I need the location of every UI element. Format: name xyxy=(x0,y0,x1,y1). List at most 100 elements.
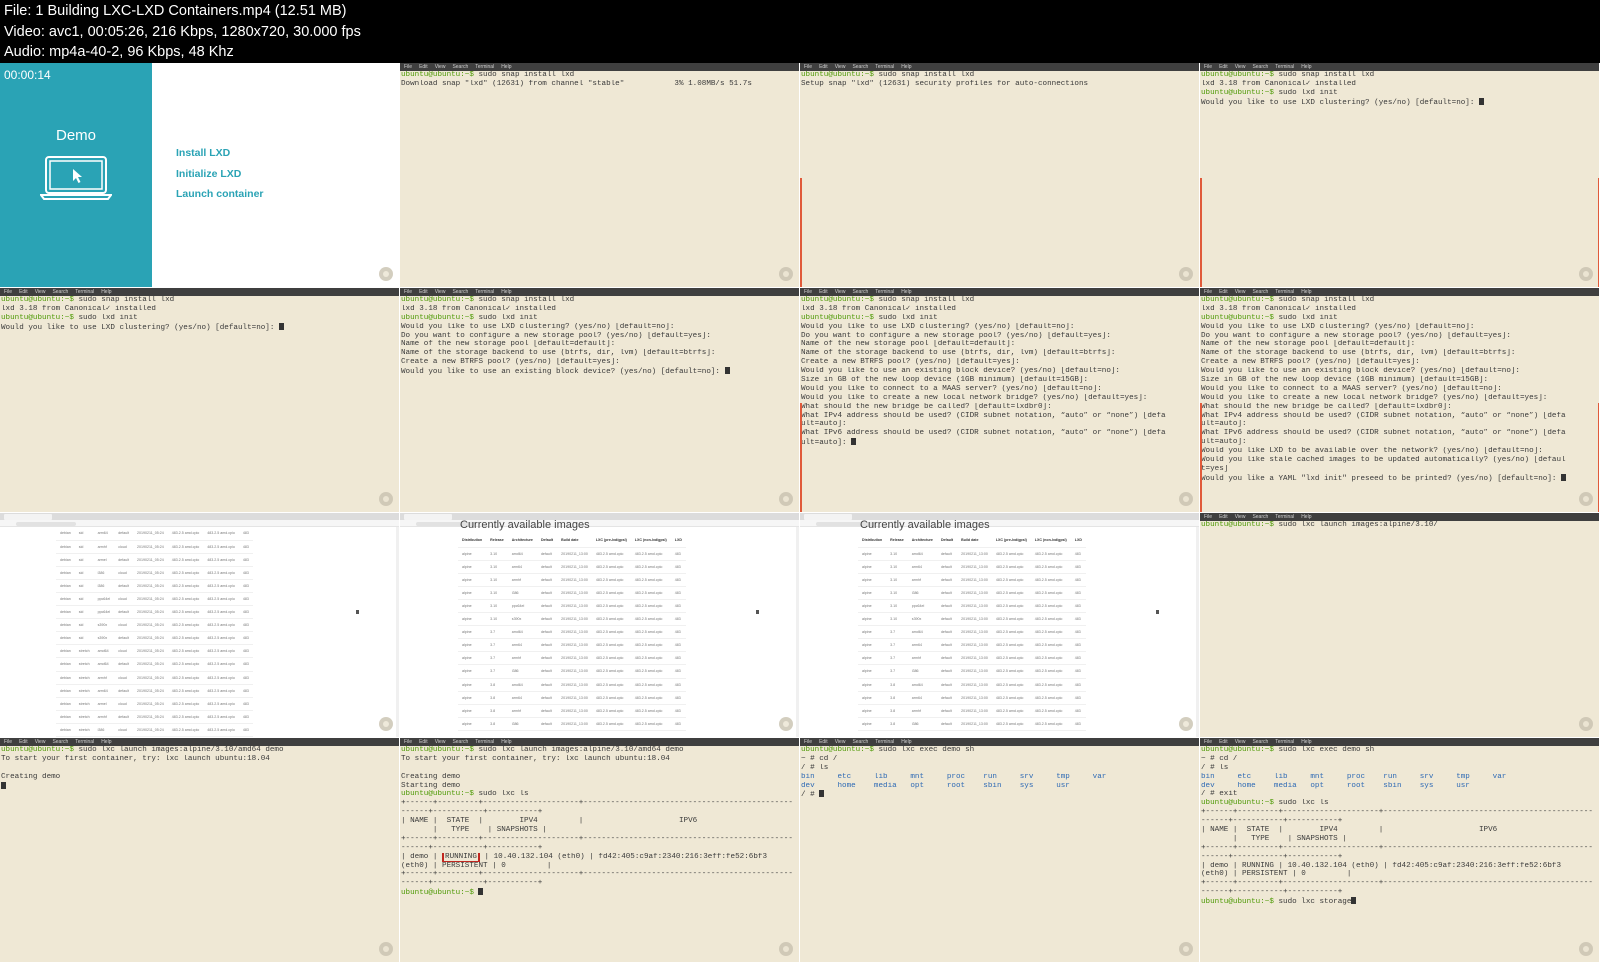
menu-edit[interactable]: Edit xyxy=(819,64,828,70)
url-input[interactable] xyxy=(16,521,76,526)
menu-view[interactable]: View xyxy=(1235,64,1246,70)
menu-file[interactable]: File xyxy=(1204,739,1212,745)
menu-terminal[interactable]: Terminal xyxy=(475,64,494,70)
menu-edit[interactable]: Edit xyxy=(1219,514,1228,520)
menu-terminal[interactable]: Terminal xyxy=(475,289,494,295)
menu-view[interactable]: View xyxy=(435,289,446,295)
agenda-item-1[interactable]: Install LXD xyxy=(176,147,264,159)
menu-view[interactable]: View xyxy=(835,289,846,295)
menu-search[interactable]: Search xyxy=(452,739,468,745)
menu-terminal[interactable]: Terminal xyxy=(875,289,894,295)
menu-file[interactable]: File xyxy=(4,739,12,745)
menu-terminal[interactable]: Terminal xyxy=(1275,514,1294,520)
table-cell: ppc64el xyxy=(93,592,115,607)
table-cell: sid xyxy=(74,618,94,633)
menu-file[interactable]: File xyxy=(404,64,412,70)
menu-help[interactable]: Help xyxy=(501,64,511,70)
menu-search[interactable]: Search xyxy=(1252,739,1268,745)
menu-help[interactable]: Help xyxy=(101,739,111,745)
menu-help[interactable]: Help xyxy=(901,289,911,295)
menu-file[interactable]: File xyxy=(4,289,12,295)
menu-help[interactable]: Help xyxy=(901,739,911,745)
menu-terminal[interactable]: Terminal xyxy=(75,289,94,295)
menu-search[interactable]: Search xyxy=(1252,514,1268,520)
menu-file[interactable]: File xyxy=(1204,514,1212,520)
menu-terminal[interactable]: Terminal xyxy=(1275,739,1294,745)
menu-file[interactable]: File xyxy=(804,64,812,70)
table-cell: 483.2.5 amd.cpio xyxy=(1030,547,1071,561)
terminal-line: Would you like to use LXD clustering? (y… xyxy=(801,323,1197,332)
menu-file[interactable]: File xyxy=(1204,64,1212,70)
terminal-line: Would you like to use an existing block … xyxy=(1201,367,1597,376)
menu-terminal[interactable]: Terminal xyxy=(475,739,494,745)
terminal-text: t=yes] xyxy=(1201,464,1229,473)
menu-view[interactable]: View xyxy=(1235,289,1246,295)
scrollbar[interactable] xyxy=(396,527,399,737)
menu-search[interactable]: Search xyxy=(52,289,68,295)
menu-file[interactable]: File xyxy=(804,289,812,295)
menu-help[interactable]: Help xyxy=(501,739,511,745)
menu-edit[interactable]: Edit xyxy=(819,289,828,295)
menu-view[interactable]: View xyxy=(435,739,446,745)
menu-terminal[interactable]: Terminal xyxy=(1275,64,1294,70)
table-cell: amd64 xyxy=(93,644,115,659)
menu-file[interactable]: File xyxy=(404,289,412,295)
menu-search[interactable]: Search xyxy=(52,739,68,745)
table-cell: cloud xyxy=(114,618,133,633)
menu-file[interactable]: File xyxy=(404,739,412,745)
menu-edit[interactable]: Edit xyxy=(1219,64,1228,70)
menu-help[interactable]: Help xyxy=(901,64,911,70)
menu-edit[interactable]: Edit xyxy=(1219,289,1228,295)
table-cell: 483.2.5 amd.cpio xyxy=(991,651,1031,666)
menu-edit[interactable]: Edit xyxy=(19,289,28,295)
menu-search[interactable]: Search xyxy=(852,64,868,70)
menu-edit[interactable]: Edit xyxy=(419,289,428,295)
menu-view[interactable]: View xyxy=(1235,514,1246,520)
menu-view[interactable]: View xyxy=(1235,739,1246,745)
agenda-item-2[interactable]: Initialize LXD xyxy=(176,168,264,180)
menu-help[interactable]: Help xyxy=(501,289,511,295)
watermark-icon xyxy=(1579,942,1593,956)
menu-view[interactable]: View xyxy=(35,739,46,745)
menu-help[interactable]: Help xyxy=(1301,739,1311,745)
menu-search[interactable]: Search xyxy=(452,64,468,70)
menu-terminal[interactable]: Terminal xyxy=(1275,289,1294,295)
table-row: alpine 3.7 amd64 default 20190211_13:00 483.2… xyxy=(458,625,686,640)
menu-search[interactable]: Search xyxy=(852,739,868,745)
menu-terminal[interactable]: Terminal xyxy=(875,64,894,70)
menu-help[interactable]: Help xyxy=(1301,514,1311,520)
agenda-item-3[interactable]: Launch container xyxy=(176,188,264,200)
terminal-text: ------+-----------+-----------+ xyxy=(1201,852,1343,861)
scrollbar[interactable] xyxy=(1196,527,1199,737)
menu-edit[interactable]: Edit xyxy=(419,739,428,745)
menu-edit[interactable]: Edit xyxy=(1219,739,1228,745)
menu-file[interactable]: File xyxy=(804,739,812,745)
menu-edit[interactable]: Edit xyxy=(419,64,428,70)
menu-terminal[interactable]: Terminal xyxy=(875,739,894,745)
menu-edit[interactable]: Edit xyxy=(819,739,828,745)
terminal-output: ubuntu@ubuntu:~$ sudo snap install lxd Do… xyxy=(401,71,797,287)
menu-help[interactable]: Help xyxy=(1301,289,1311,295)
menu-help[interactable]: Help xyxy=(1301,64,1311,70)
menu-search[interactable]: Search xyxy=(1252,289,1268,295)
menu-view[interactable]: View xyxy=(435,64,446,70)
terminal-text: sudo lxc ls xyxy=(478,790,529,799)
terminal-output: ubuntu@ubuntu:~$ sudo snap install lxd lx… xyxy=(1201,71,1597,287)
menu-file[interactable]: File xyxy=(1204,289,1212,295)
terminal-text: Creating demo xyxy=(1,772,61,781)
menu-help[interactable]: Help xyxy=(101,289,111,295)
menu-view[interactable]: View xyxy=(835,64,846,70)
menu-edit[interactable]: Edit xyxy=(19,739,28,745)
table-cell: arm64 xyxy=(93,684,115,698)
table-cell: cloud xyxy=(114,592,133,607)
table-cell: debian xyxy=(56,553,75,567)
menu-search[interactable]: Search xyxy=(452,289,468,295)
menu-terminal[interactable]: Terminal xyxy=(75,739,94,745)
video-info: Video: avc1, 00:05:26, 216 Kbps, 1280x72… xyxy=(4,23,361,40)
menu-view[interactable]: View xyxy=(835,739,846,745)
menu-search[interactable]: Search xyxy=(1252,64,1268,70)
menu-search[interactable]: Search xyxy=(852,289,868,295)
menu-view[interactable]: View xyxy=(35,289,46,295)
scrollbar[interactable] xyxy=(796,527,799,737)
table-cell: 483.2.5 amd.cpio xyxy=(630,717,671,731)
